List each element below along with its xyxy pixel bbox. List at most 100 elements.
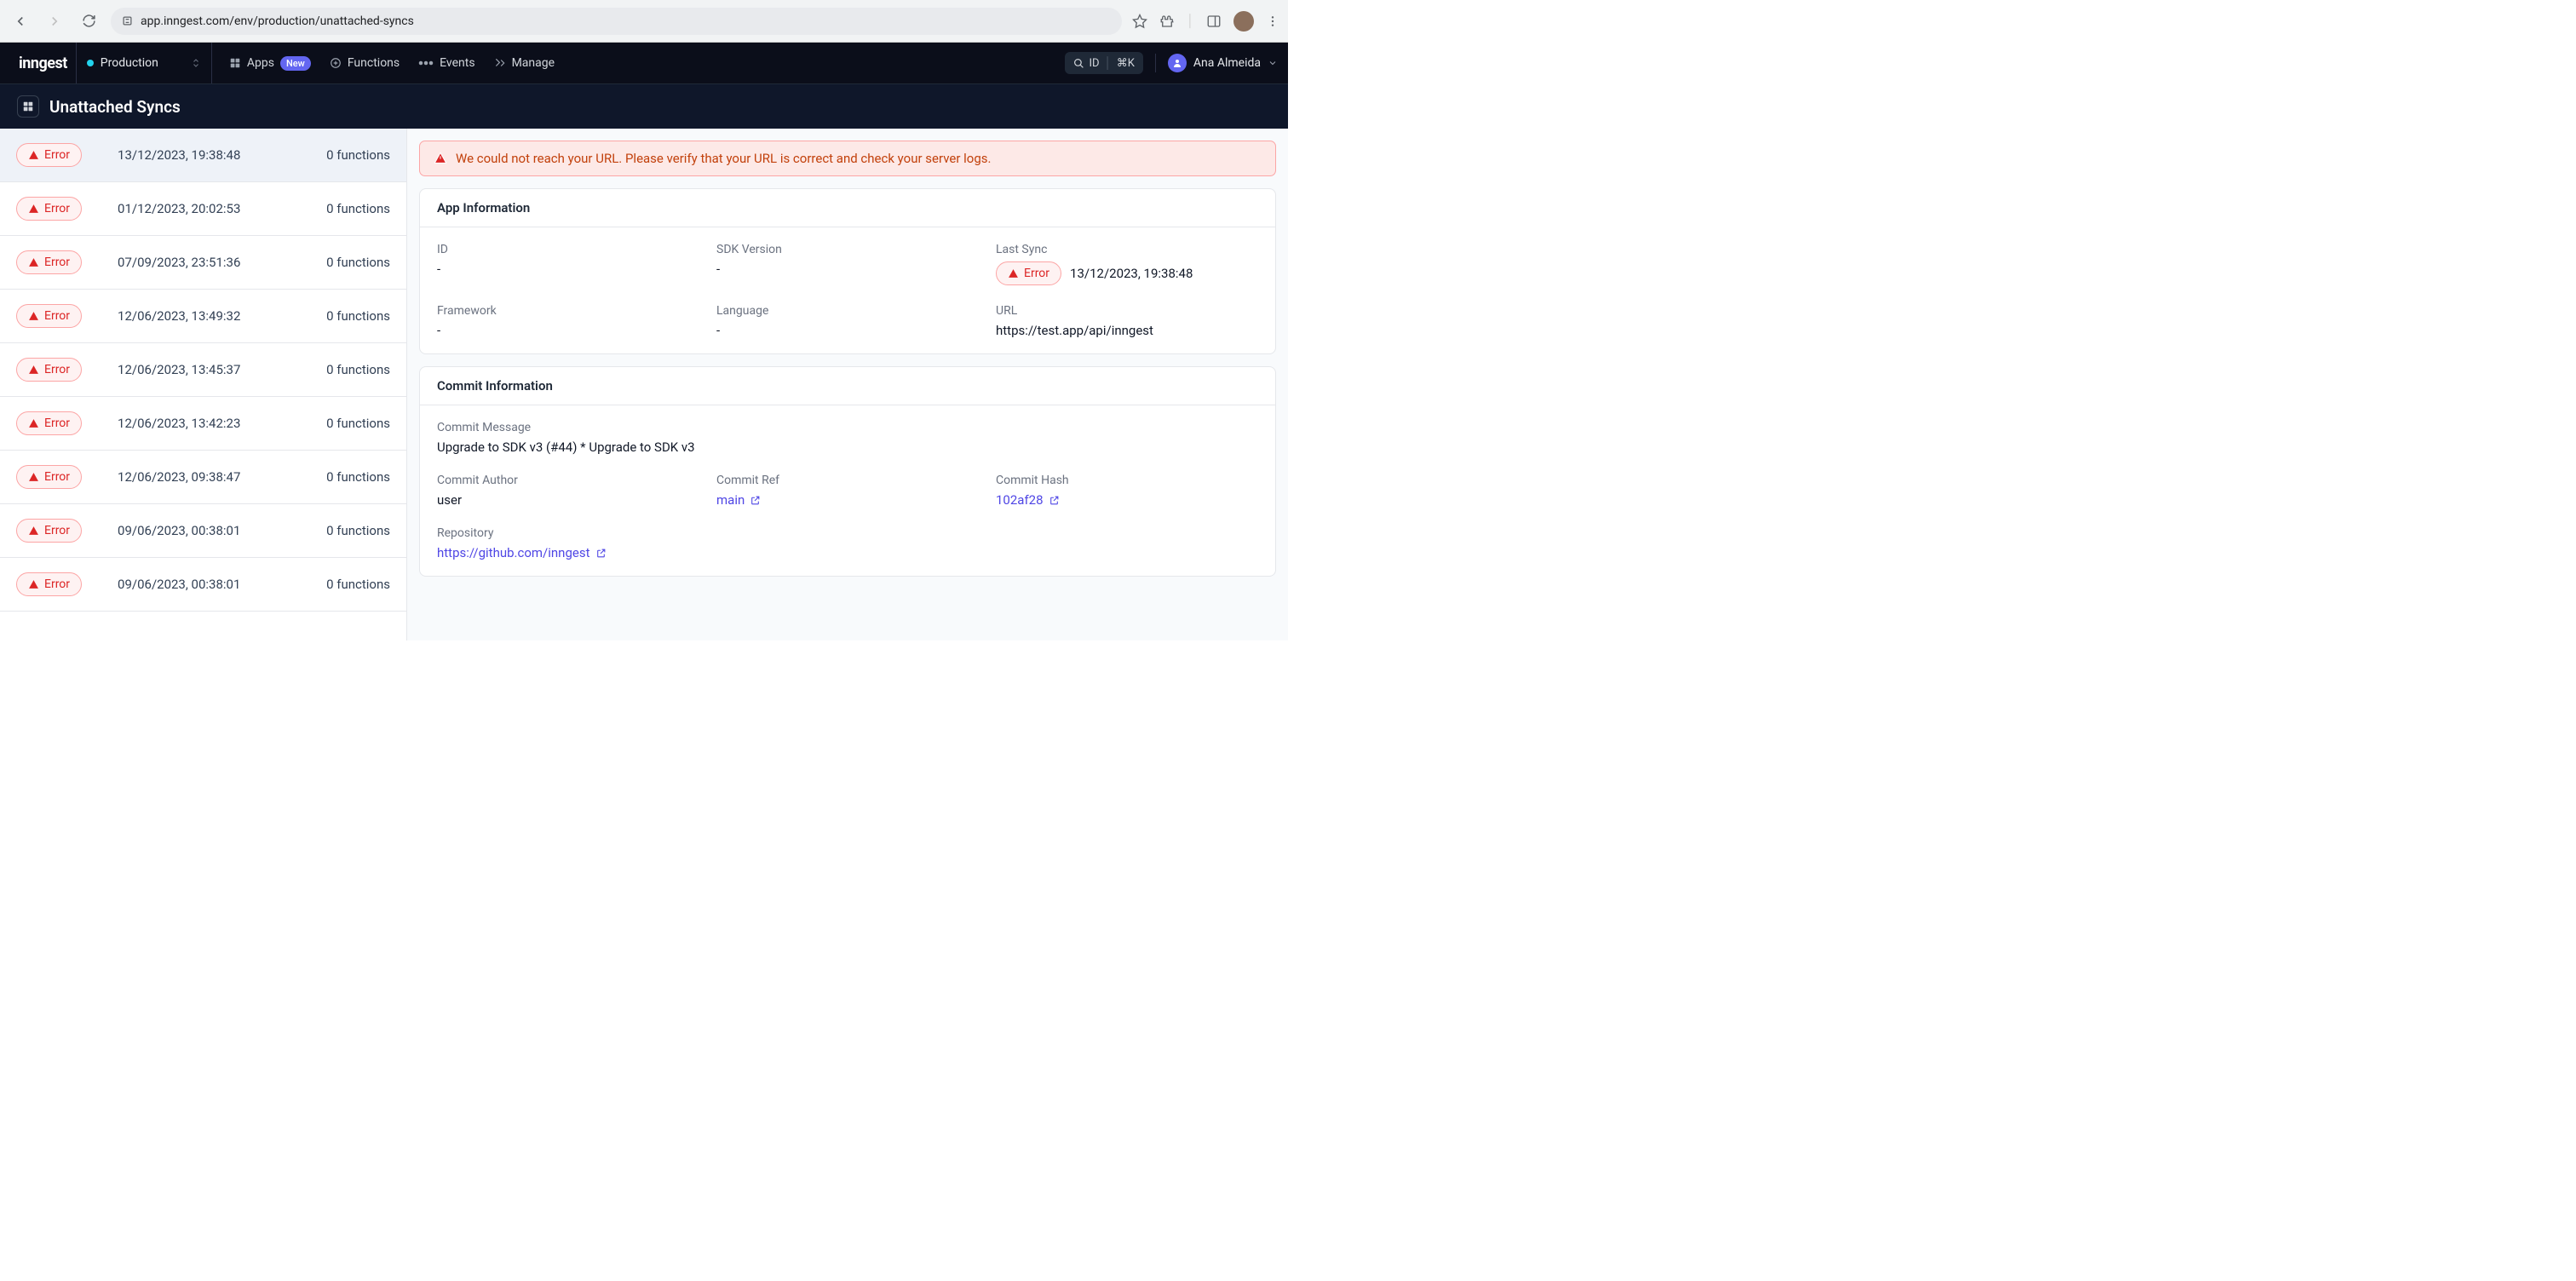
- syncs-list: Error 13/12/2023, 19:38:48 0 functions E…: [0, 129, 407, 640]
- warning-icon: [28, 311, 39, 322]
- warning-icon: [1008, 268, 1019, 279]
- sync-row[interactable]: Error 01/12/2023, 20:02:53 0 functions: [0, 182, 406, 236]
- commit-heading: Commit Information: [420, 367, 1275, 405]
- status-pill: Error: [16, 197, 82, 221]
- sync-row[interactable]: Error 09/06/2023, 00:38:01 0 functions: [0, 504, 406, 558]
- repository-link[interactable]: https://github.com/inngest: [437, 545, 607, 560]
- sync-functions-count: 0 functions: [326, 577, 390, 592]
- chevron-down-icon: [1268, 58, 1278, 68]
- sync-functions-count: 0 functions: [326, 201, 390, 216]
- search-icon: [1073, 58, 1084, 69]
- status-pill: Error: [16, 572, 82, 596]
- sync-timestamp: 09/06/2023, 00:38:01: [97, 577, 311, 592]
- sync-functions-count: 0 functions: [326, 469, 390, 485]
- address-bar[interactable]: app.inngest.com/env/production/unattache…: [111, 8, 1122, 35]
- sync-row[interactable]: Error 13/12/2023, 19:38:48 0 functions: [0, 129, 406, 182]
- sync-functions-count: 0 functions: [326, 362, 390, 377]
- commit-ref-link[interactable]: main: [716, 492, 761, 508]
- status-pill: Error: [16, 304, 82, 328]
- functions-icon: [330, 57, 342, 69]
- new-badge: New: [280, 56, 311, 71]
- last-sync-status-pill: Error: [996, 261, 1061, 285]
- forward-button[interactable]: [43, 9, 66, 33]
- page-icon: [17, 95, 39, 118]
- star-icon[interactable]: [1132, 14, 1147, 29]
- sync-timestamp: 12/06/2023, 13:42:23: [97, 416, 311, 431]
- label-sdk: SDK Version: [716, 243, 979, 256]
- value-id: -: [437, 261, 699, 277]
- label-commit-message: Commit Message: [437, 421, 1258, 434]
- nav-events[interactable]: Events: [418, 56, 474, 70]
- warning-icon: [28, 365, 39, 376]
- panel-icon[interactable]: [1206, 14, 1222, 29]
- back-button[interactable]: [9, 9, 32, 33]
- environment-switcher[interactable]: Production: [76, 43, 212, 83]
- manage-icon: [494, 57, 506, 69]
- error-alert: We could not reach your URL. Please veri…: [419, 141, 1276, 176]
- user-menu[interactable]: Ana Almeida: [1155, 54, 1278, 72]
- label-framework: Framework: [437, 304, 699, 318]
- environment-name: Production: [101, 56, 158, 70]
- label-repository: Repository: [437, 526, 1258, 540]
- value-language: -: [716, 323, 979, 338]
- sync-functions-count: 0 functions: [326, 308, 390, 324]
- value-sdk: -: [716, 261, 979, 277]
- site-info-icon: [121, 14, 134, 27]
- sync-row[interactable]: Error 12/06/2023, 13:42:23 0 functions: [0, 397, 406, 451]
- commit-info-card: Commit Information Commit Message Upgrad…: [419, 366, 1276, 577]
- sync-timestamp: 09/06/2023, 00:38:01: [97, 523, 311, 538]
- alert-message: We could not reach your URL. Please veri…: [456, 151, 991, 166]
- search-shortcut[interactable]: ID │ ⌘K: [1065, 52, 1143, 74]
- sync-row[interactable]: Error 09/06/2023, 00:38:01 0 functions: [0, 558, 406, 612]
- warning-icon: [434, 152, 447, 165]
- extensions-icon[interactable]: [1159, 14, 1175, 29]
- nav-functions[interactable]: Functions: [330, 56, 400, 70]
- menu-icon[interactable]: [1266, 14, 1279, 28]
- reload-button[interactable]: [77, 9, 101, 33]
- sync-row[interactable]: Error 12/06/2023, 13:45:37 0 functions: [0, 343, 406, 397]
- warning-icon: [28, 204, 39, 215]
- commit-hash-link[interactable]: 102af28: [996, 492, 1060, 508]
- sync-row[interactable]: Error 12/06/2023, 13:49:32 0 functions: [0, 290, 406, 343]
- value-commit-message: Upgrade to SDK v3 (#44) * Upgrade to SDK…: [437, 439, 1258, 455]
- status-pill: Error: [16, 465, 82, 489]
- apps-icon: [229, 57, 241, 69]
- external-link-icon: [595, 548, 607, 559]
- warning-icon: [28, 579, 39, 590]
- last-sync-time: 13/12/2023, 19:38:48: [1070, 266, 1193, 281]
- status-pill: Error: [16, 411, 82, 435]
- warning-icon: [28, 472, 39, 483]
- profile-avatar[interactable]: [1233, 11, 1254, 32]
- app-info-card: App Information ID - SDK Version - Last …: [419, 188, 1276, 354]
- browser-toolbar: app.inngest.com/env/production/unattache…: [0, 0, 1288, 43]
- label-language: Language: [716, 304, 979, 318]
- value-commit-author: user: [437, 492, 699, 508]
- warning-icon: [28, 150, 39, 161]
- status-pill: Error: [16, 250, 82, 274]
- sync-row[interactable]: Error 07/09/2023, 23:51:36 0 functions: [0, 236, 406, 290]
- sync-timestamp: 13/12/2023, 19:38:48: [97, 147, 311, 163]
- events-icon: [418, 59, 434, 67]
- status-pill: Error: [16, 143, 82, 167]
- label-commit-hash: Commit Hash: [996, 474, 1258, 487]
- value-framework: -: [437, 323, 699, 338]
- user-name: Ana Almeida: [1193, 56, 1261, 70]
- sync-row[interactable]: Error 12/06/2023, 09:38:47 0 functions: [0, 451, 406, 504]
- sync-functions-count: 0 functions: [326, 147, 390, 163]
- page-header: Unattached Syncs: [0, 83, 1288, 129]
- label-id: ID: [437, 243, 699, 256]
- chevron-updown-icon: [191, 56, 201, 70]
- detail-panel: We could not reach your URL. Please veri…: [407, 129, 1288, 640]
- logo[interactable]: inngest: [10, 55, 76, 72]
- external-link-icon: [750, 495, 761, 506]
- warning-icon: [28, 257, 39, 268]
- top-nav: inngest Production Apps New Functions Ev…: [0, 43, 1288, 83]
- sync-functions-count: 0 functions: [326, 255, 390, 270]
- nav-apps[interactable]: Apps New: [229, 56, 311, 71]
- external-link-icon: [1049, 495, 1060, 506]
- label-last-sync: Last Sync: [996, 243, 1258, 256]
- app-info-heading: App Information: [420, 189, 1275, 227]
- label-url: URL: [996, 304, 1258, 318]
- nav-manage[interactable]: Manage: [494, 56, 555, 70]
- user-avatar: [1168, 54, 1187, 72]
